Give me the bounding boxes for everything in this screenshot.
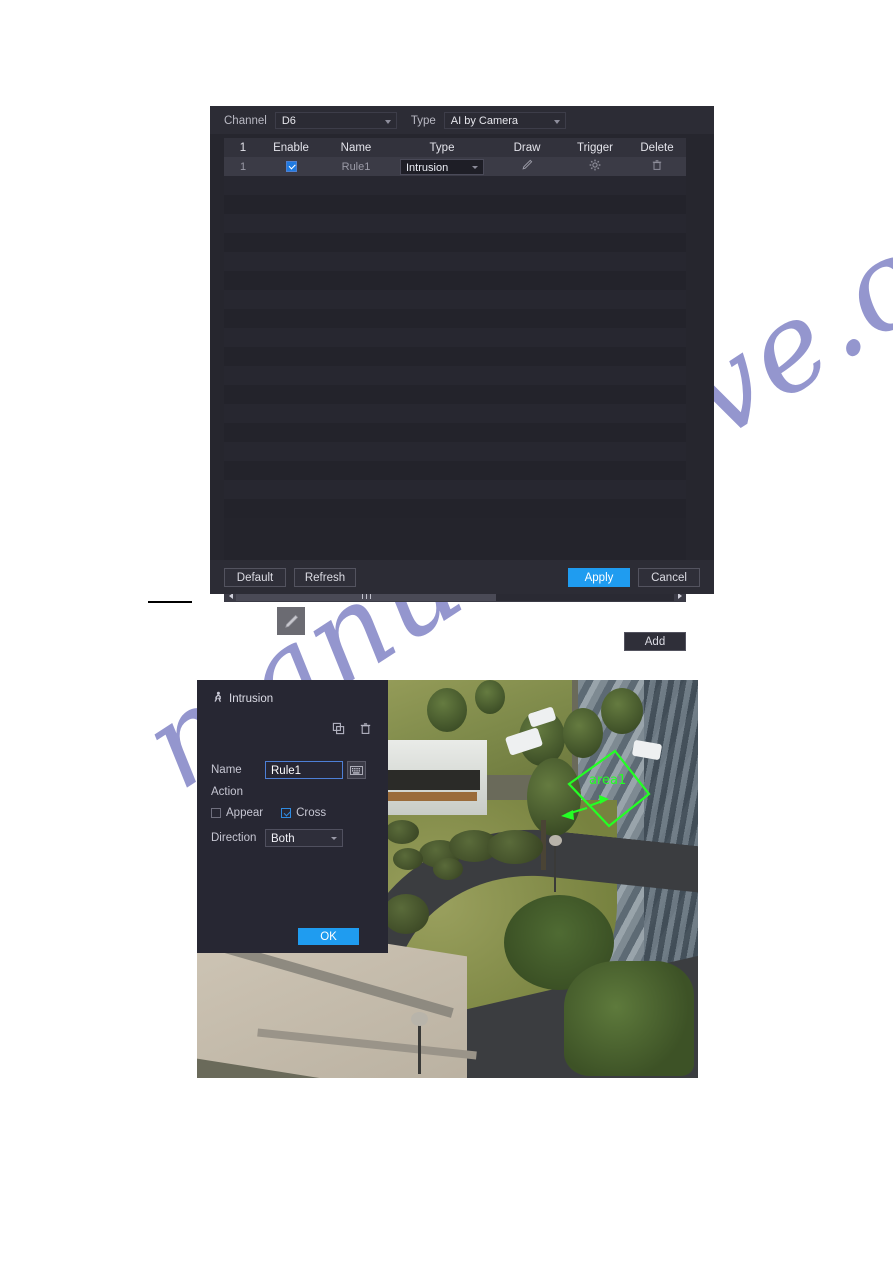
table-row-empty[interactable] <box>224 271 686 290</box>
row-trigger-cell[interactable] <box>562 159 628 174</box>
cross-checkbox[interactable] <box>281 808 292 818</box>
chevron-down-icon <box>331 837 337 840</box>
table-row-empty[interactable] <box>224 499 686 518</box>
filter-bar: Channel D6 Type AI by Camera <box>210 106 714 134</box>
header-name: Name <box>340 141 372 154</box>
direction-row: Direction Both <box>211 828 376 848</box>
table-row-empty[interactable] <box>224 461 686 480</box>
table-row-empty[interactable] <box>224 442 686 461</box>
ok-button[interactable]: OK <box>298 928 359 945</box>
header-delete: Delete <box>640 141 674 154</box>
footer-left-buttons: Default Refresh <box>224 568 356 587</box>
table-row-empty[interactable] <box>224 423 686 442</box>
dialog-footer: Default Refresh Apply Cancel <box>210 560 714 594</box>
cross-option[interactable]: Cross <box>281 807 326 819</box>
table-row-empty[interactable] <box>224 176 686 195</box>
section-divider <box>148 601 192 603</box>
default-button[interactable]: Default <box>224 568 286 587</box>
table-row-empty[interactable] <box>224 233 686 252</box>
direction-value: Both <box>271 833 295 845</box>
appear-checkbox[interactable] <box>211 808 221 818</box>
keyboard-icon[interactable] <box>347 761 366 779</box>
table-row-empty[interactable] <box>224 195 686 214</box>
type-select[interactable]: AI by Camera <box>443 112 566 129</box>
header-trigger: Trigger <box>577 141 613 154</box>
enable-checkbox[interactable] <box>285 161 297 173</box>
action-row: Action <box>211 783 376 801</box>
action-options-row: Appear Cross <box>211 804 376 822</box>
table-row-empty[interactable] <box>224 385 686 404</box>
area-label: area1 <box>589 773 626 788</box>
intrusion-config-panel: Intrusion Name Rule1 Action Appear Cross… <box>197 680 388 953</box>
empty-rows <box>224 176 686 518</box>
intrusion-form: Name Rule1 Action Appear Cross Direction… <box>211 760 376 851</box>
header-enable: Enable <box>273 141 309 154</box>
channel-value: D6 <box>281 115 296 127</box>
panel-tools <box>332 722 372 740</box>
cancel-button[interactable]: Cancel <box>638 568 700 587</box>
trash-icon[interactable] <box>359 722 372 740</box>
filter-row: Channel D6 Type AI by Camera <box>224 112 566 129</box>
direction-select[interactable]: Both <box>265 829 343 847</box>
row-type-cell[interactable]: Intrusion <box>392 158 492 175</box>
direction-arrows <box>561 795 609 820</box>
row-draw-cell[interactable] <box>492 159 562 174</box>
cross-label: Cross <box>296 807 327 819</box>
appear-label: Appear <box>226 807 264 819</box>
header-type: Type <box>429 141 455 154</box>
channel-label: Channel <box>224 114 267 127</box>
table-row-empty[interactable] <box>224 404 686 423</box>
panel-title: Intrusion <box>229 693 274 705</box>
name-row: Name Rule1 <box>211 760 376 780</box>
pencil-icon[interactable] <box>521 159 533 171</box>
table-header: 1 Enable Name Type Draw Trigger Delete <box>224 138 686 157</box>
direction-label: Direction <box>211 832 257 844</box>
header-draw: Draw <box>513 141 541 154</box>
table-row-empty[interactable] <box>224 366 686 385</box>
table-row-empty[interactable] <box>224 328 686 347</box>
type-label: Type <box>410 114 436 127</box>
table-row-empty[interactable] <box>224 214 686 233</box>
draw-pencil-button[interactable] <box>277 607 305 635</box>
type-value: AI by Camera <box>450 115 519 127</box>
enable-checkbox-cell[interactable] <box>262 161 320 173</box>
chevron-down-icon <box>553 120 560 124</box>
table-row-empty[interactable] <box>224 480 686 499</box>
table-row-empty[interactable] <box>224 290 686 309</box>
panel-title-row: Intrusion <box>211 691 273 707</box>
add-button[interactable]: Add <box>624 632 686 651</box>
row-name: Rule1 <box>341 160 371 173</box>
chevron-down-icon <box>472 165 478 169</box>
table-row-empty[interactable] <box>224 309 686 328</box>
trash-icon[interactable] <box>651 159 663 171</box>
row-index: 1 <box>239 160 247 173</box>
channel-select[interactable]: D6 <box>274 112 397 129</box>
rules-table: 1 Enable Name Type Draw Trigger Delete 1… <box>224 138 686 588</box>
pencil-icon <box>284 614 298 628</box>
name-label: Name <box>211 764 242 776</box>
apply-button[interactable]: Apply <box>568 568 630 587</box>
table-row-empty[interactable] <box>224 347 686 366</box>
copy-icon[interactable] <box>332 722 345 740</box>
header-index: 1 <box>239 141 247 154</box>
rule-type-value: Intrusion <box>406 161 449 174</box>
name-input[interactable]: Rule1 <box>265 761 343 779</box>
refresh-button[interactable]: Refresh <box>294 568 356 587</box>
person-running-icon <box>211 691 224 707</box>
appear-option[interactable]: Appear <box>211 807 263 819</box>
gear-icon[interactable] <box>589 159 601 171</box>
detection-polygon <box>567 749 651 828</box>
rule-type-select[interactable]: Intrusion <box>400 158 484 175</box>
action-label: Action <box>211 786 243 798</box>
footer-right-buttons: Apply Cancel <box>568 568 700 587</box>
row-delete-cell[interactable] <box>628 159 686 174</box>
rule-list-dialog: Channel D6 Type AI by Camera 1 Enable Na… <box>210 106 714 651</box>
table-row[interactable]: 1 Rule1 Intrusion <box>224 157 686 176</box>
table-row-empty[interactable] <box>224 252 686 271</box>
video-preview[interactable]: area1 Intrusion Name Rule1 Action Appear… <box>197 680 698 1078</box>
chevron-down-icon <box>384 120 391 124</box>
